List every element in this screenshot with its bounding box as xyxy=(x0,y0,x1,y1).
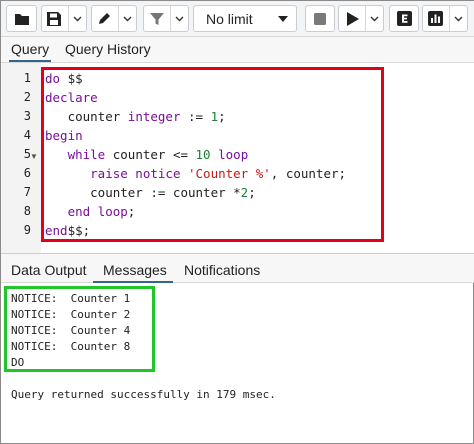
filter-icon xyxy=(150,13,164,25)
open-file-button[interactable] xyxy=(6,5,37,32)
line-number-gutter: 1 2 3 4 5 6 7 8 9 ▼ xyxy=(1,63,41,253)
filter-button[interactable] xyxy=(143,5,189,32)
line-number: 6 xyxy=(23,166,31,180)
line-number: 5 xyxy=(23,147,31,161)
query-tool-window: No limit Query Query History 1 2 3 4 5 6… xyxy=(0,0,474,444)
chart-icon xyxy=(428,11,443,26)
chevron-down-icon[interactable] xyxy=(365,6,383,31)
tab-query[interactable]: Query xyxy=(11,41,49,57)
chevron-down-icon[interactable] xyxy=(68,6,86,31)
tab-notifications[interactable]: Notifications xyxy=(184,262,260,278)
edit-button[interactable] xyxy=(91,5,137,32)
row-limit-value: No limit xyxy=(206,11,253,27)
chevron-down-icon[interactable] xyxy=(118,6,136,31)
explain-icon xyxy=(396,11,412,26)
stop-icon xyxy=(314,12,326,25)
output-highlight-box xyxy=(4,286,155,372)
line-number: 9 xyxy=(23,223,31,237)
row-limit-select[interactable]: No limit xyxy=(193,5,297,32)
toolbar: No limit xyxy=(1,1,474,37)
explain-analyze-button[interactable] xyxy=(422,5,468,32)
execute-button[interactable] xyxy=(338,5,384,32)
save-button[interactable] xyxy=(41,5,87,32)
folder-icon xyxy=(14,13,29,25)
line-number: 8 xyxy=(23,204,31,218)
chevron-down-icon[interactable] xyxy=(449,6,467,31)
play-icon xyxy=(347,12,359,26)
tab-query-history[interactable]: Query History xyxy=(65,41,151,57)
line-number: 7 xyxy=(23,185,31,199)
explain-button[interactable] xyxy=(389,5,419,32)
fold-arrow-icon[interactable]: ▼ xyxy=(30,152,38,161)
query-status-message: Query returned successfully in 179 msec. xyxy=(11,388,276,401)
chevron-down-icon[interactable] xyxy=(170,6,188,31)
save-icon xyxy=(47,12,61,26)
caret-down-icon xyxy=(278,16,288,22)
line-number: 1 xyxy=(23,71,31,85)
tab-data-output[interactable]: Data Output xyxy=(11,262,87,278)
pen-icon xyxy=(99,13,110,24)
tab-messages[interactable]: Messages xyxy=(103,262,167,278)
code-highlight-box xyxy=(41,67,384,242)
line-number: 2 xyxy=(23,90,31,104)
line-number: 4 xyxy=(23,128,31,142)
active-tab-indicator xyxy=(93,281,173,283)
stop-button[interactable] xyxy=(305,5,335,32)
output-tabs: Data Output Messages Notifications xyxy=(1,253,474,283)
active-tab-indicator xyxy=(9,60,51,62)
query-tabs: Query Query History xyxy=(1,37,474,63)
line-number: 3 xyxy=(23,109,31,123)
